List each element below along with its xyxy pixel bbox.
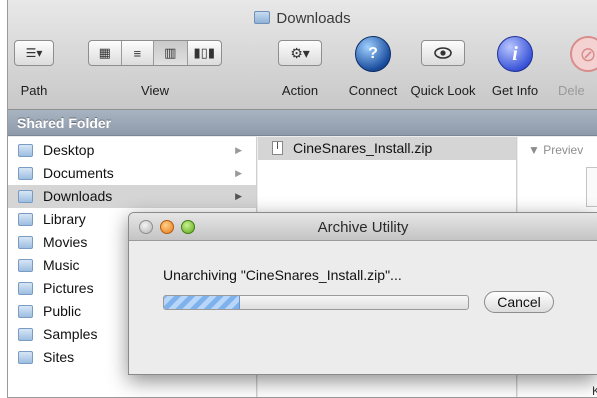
eye-icon: [434, 47, 452, 59]
connect-tool[interactable]: ? Connect: [349, 36, 397, 98]
view-tool: ▦ ≡ ▥ ▮▯▮ View: [88, 40, 222, 98]
folder-icon: [18, 259, 33, 272]
quicklook-label: Quick Look: [410, 83, 476, 98]
delete-label: Dele: [558, 83, 585, 98]
column-view-button[interactable]: ▥: [154, 41, 188, 65]
zip-file-icon: [272, 141, 283, 155]
list-view-button[interactable]: ≡: [122, 41, 155, 65]
list-item-label: Samples: [43, 326, 98, 342]
list-item-desktop[interactable]: Desktop ▶: [8, 139, 256, 162]
list-item-label: Public: [43, 303, 82, 319]
zip-file-name: CineSnares_Install.zip: [293, 140, 433, 156]
list-item-label: Movies: [43, 234, 88, 250]
disclosure-arrow-icon: ▶: [235, 191, 242, 201]
folder-icon: [18, 144, 33, 157]
cancel-button[interactable]: Cancel: [484, 291, 554, 313]
list-item-label: Library: [43, 211, 86, 227]
list-item-label: Downloads: [43, 188, 113, 204]
preview-thumbnail: [586, 167, 597, 207]
shared-folder-header: Shared Folder: [8, 110, 597, 136]
preview-kind-text: K: [592, 384, 597, 397]
disclosure-arrow-icon: ▶: [235, 145, 242, 155]
action-button[interactable]: ⚙▾: [278, 40, 322, 66]
dialog-title: Archive Utility: [317, 219, 409, 236]
gear-icon: ⚙▾: [290, 44, 310, 61]
coverflow-view-button[interactable]: ▮▯▮: [188, 41, 221, 65]
getinfo-label: Get Info: [491, 83, 539, 98]
progress-bar: [163, 295, 469, 310]
preview-disclosure[interactable]: ▼ Previev: [528, 143, 583, 157]
quicklook-button[interactable]: [421, 40, 465, 66]
list-item-documents[interactable]: Documents ▶: [8, 162, 256, 185]
folder-icon: [18, 213, 33, 226]
delete-icon: ⊘: [570, 36, 597, 72]
list-item-label: Documents: [43, 165, 114, 181]
list-item-zip-file[interactable]: CineSnares_Install.zip: [258, 137, 516, 160]
window-title-text: Downloads: [276, 10, 351, 27]
list-item-label: Pictures: [43, 280, 94, 296]
folder-icon: [18, 236, 33, 249]
folder-icon: [18, 328, 33, 341]
dialog-titlebar: Archive Utility: [129, 213, 597, 241]
action-label: Action: [281, 83, 319, 98]
path-menu-icon: ☰▾: [25, 46, 43, 60]
list-item-downloads[interactable]: Downloads ▶: [8, 185, 256, 208]
folder-icon: [18, 351, 33, 364]
action-tool[interactable]: ⚙▾ Action: [278, 40, 322, 98]
getinfo-tool[interactable]: i Get Info: [492, 36, 538, 98]
folder-icon: [18, 282, 33, 295]
view-segmented-control: ▦ ≡ ▥ ▮▯▮: [88, 40, 222, 66]
quicklook-tool[interactable]: Quick Look: [410, 40, 476, 98]
folder-icon: [18, 190, 33, 203]
list-item-label: Desktop: [43, 142, 95, 158]
disclosure-arrow-icon: ▶: [235, 168, 242, 178]
folder-icon: [18, 167, 33, 180]
window-title: Downloads: [8, 10, 597, 27]
info-icon: i: [497, 36, 533, 72]
downloads-folder-icon: [254, 11, 271, 24]
view-label: View: [141, 83, 169, 98]
progress-fill: [164, 296, 240, 309]
folder-icon: [18, 305, 33, 318]
path-label: Path: [20, 83, 48, 98]
icon-view-button[interactable]: ▦: [89, 41, 122, 65]
path-tool[interactable]: ☰▾ Path: [14, 40, 54, 98]
list-item-label: Sites: [43, 349, 75, 365]
list-item-label: Music: [43, 257, 80, 273]
unarchive-message: Unarchiving "CineSnares_Install.zip"...: [163, 267, 402, 283]
toolbar-area: Downloads ☰▾ Path ▦ ≡ ▥ ▮▯▮ View ⚙▾ Acti…: [8, 0, 597, 110]
globe-icon: ?: [355, 36, 391, 72]
archive-utility-dialog: Archive Utility Unarchiving "CineSnares_…: [128, 212, 597, 375]
path-button[interactable]: ☰▾: [14, 40, 54, 66]
delete-tool[interactable]: ⊘ Dele: [558, 36, 597, 98]
